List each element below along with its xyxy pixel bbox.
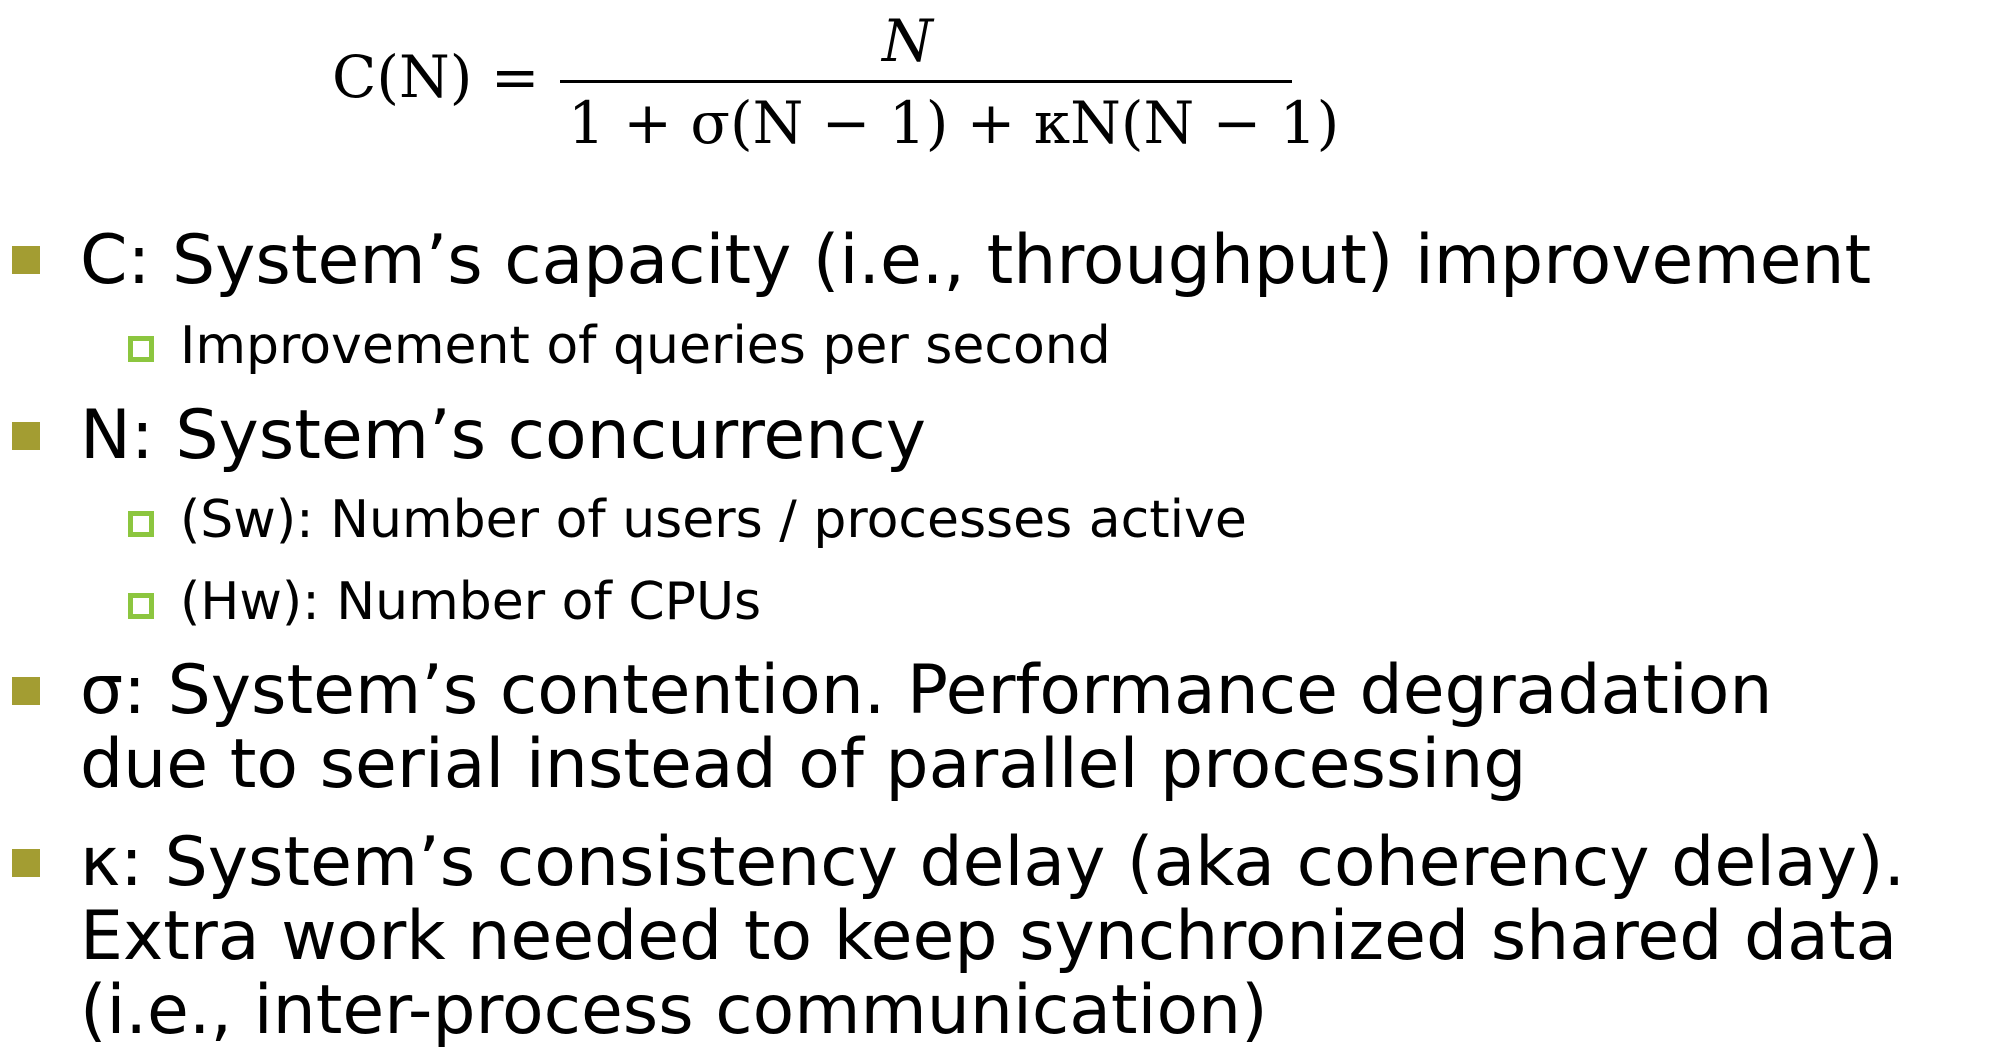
sub-bullet-square-icon <box>128 511 154 537</box>
bullet-capacity: C: System’s capacity (i.e., throughput) … <box>80 221 1872 300</box>
formula-denominator: 1 + σ(N − 1) + κN(N − 1) <box>568 89 1340 157</box>
bullet-consistency-line2: Extra work needed to keep synchronized s… <box>80 897 1898 976</box>
bullet-contention-line1: σ: System’s contention. Performance degr… <box>80 651 1773 730</box>
bullet-concurrency: N: System’s concurrency <box>80 396 926 475</box>
sub-bullet-queries: Improvement of queries per second <box>180 316 1111 376</box>
formula-lhs: C(N) = <box>332 43 540 111</box>
formula-numerator: N <box>882 7 933 75</box>
bullet-consistency-line3: (i.e., inter-process communication) <box>80 971 1268 1050</box>
bullet-consistency-line1: κ: System’s consistency delay (aka coher… <box>80 823 1906 902</box>
sub-bullet-hw: (Hw): Number of CPUs <box>180 572 762 632</box>
sub-bullet-square-icon <box>128 336 154 362</box>
bullet-square-icon <box>12 677 40 705</box>
slide: C(N) = N 1 + σ(N − 1) + κN(N − 1) C: Sys… <box>0 0 1994 1048</box>
usl-formula: C(N) = N 1 + σ(N − 1) + κN(N − 1) <box>332 6 1339 152</box>
bullet-square-icon <box>12 246 40 274</box>
bullet-contention-line2: due to serial instead of parallel proces… <box>80 725 1527 804</box>
sub-bullet-square-icon <box>128 593 154 619</box>
sub-bullet-sw: (Sw): Number of users / processes active <box>180 490 1247 550</box>
fraction-bar <box>560 80 1292 83</box>
bullet-square-icon <box>12 849 40 877</box>
bullet-square-icon <box>12 422 40 450</box>
